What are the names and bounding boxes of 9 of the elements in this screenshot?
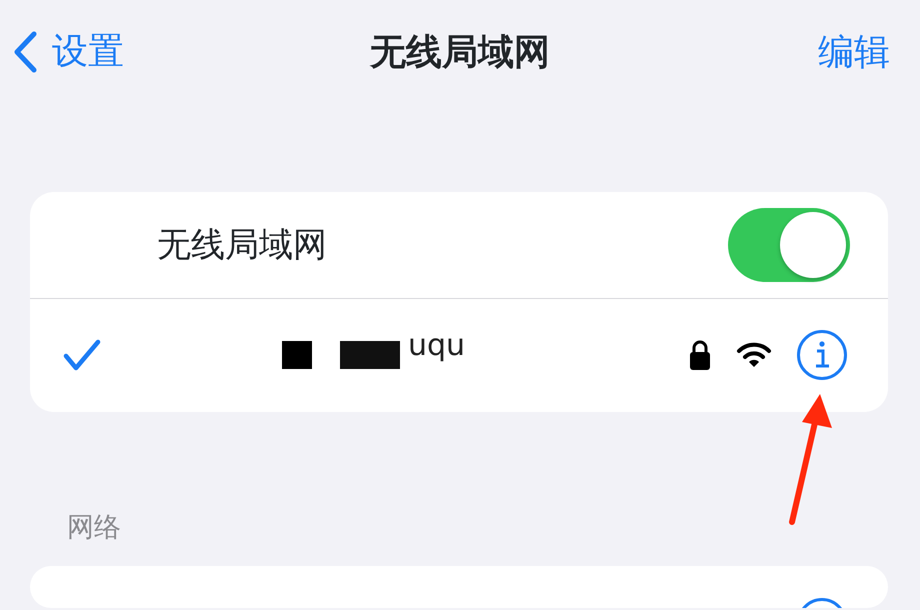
setting-label: 无线局域网 xyxy=(157,224,327,266)
info-icon[interactable] xyxy=(796,329,848,381)
chevron-left-icon xyxy=(12,30,38,74)
section-header: 网络 xyxy=(67,514,122,541)
back-button[interactable]: 设置 xyxy=(12,30,124,74)
edit-button[interactable]: 编辑 xyxy=(818,35,890,71)
network-name[interactable]: uqu xyxy=(408,322,466,368)
wifi-icon xyxy=(736,341,772,369)
page-title: 无线局域网 xyxy=(370,32,550,73)
